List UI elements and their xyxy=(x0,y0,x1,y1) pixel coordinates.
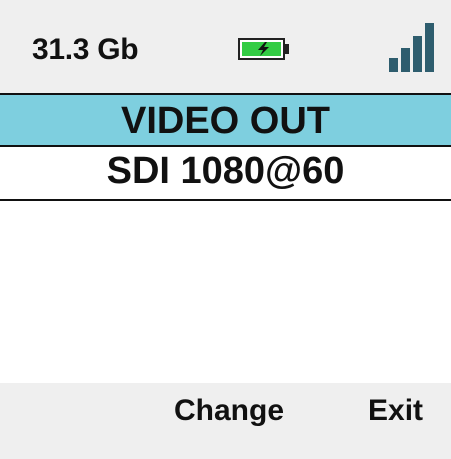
battery-charging-icon xyxy=(238,38,289,60)
exit-button[interactable]: Exit xyxy=(368,393,423,429)
softkey-bar: Change Exit xyxy=(0,383,451,459)
selected-value: SDI 1080@60 xyxy=(106,150,345,192)
change-button[interactable]: Change xyxy=(174,393,284,429)
signal-strength-icon xyxy=(389,23,434,72)
storage-remaining: 31.3 Gb xyxy=(32,33,139,66)
menu-title-bar: VIDEO OUT xyxy=(0,93,451,147)
status-bar: 31.3 Gb xyxy=(0,0,451,93)
device-screen: 31.3 Gb VIDEO OUT SDI 1080@60 Change Exi… xyxy=(0,0,451,459)
selected-value-row[interactable]: SDI 1080@60 xyxy=(0,147,451,201)
menu-title: VIDEO OUT xyxy=(120,100,331,142)
